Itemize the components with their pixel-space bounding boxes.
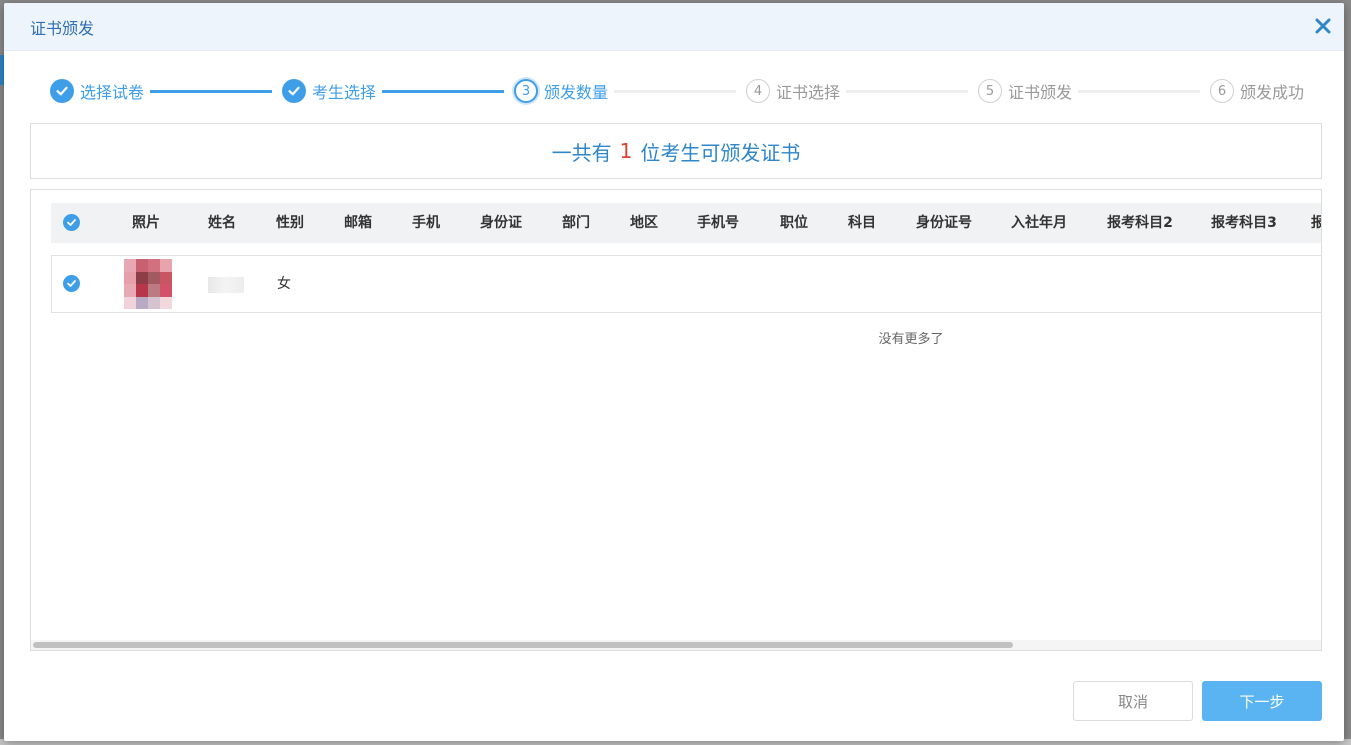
candidate-photo (124, 259, 172, 309)
check-icon (63, 214, 80, 231)
step-connector (150, 90, 272, 93)
step-connector (846, 90, 968, 93)
candidate-name (208, 277, 244, 293)
step-select-paper: 选择试卷 (50, 76, 144, 106)
step-number: 4 (746, 79, 770, 103)
no-more-label: 没有更多了 (878, 332, 944, 347)
dialog-header: 证书颁发 (4, 3, 1344, 51)
step-connector (1078, 90, 1200, 93)
issue-summary: 一共有 1 位考生可颁发证书 (30, 123, 1322, 179)
summary-prefix: 一共有 (551, 140, 612, 165)
column-header[interactable]: 身份证 (471, 203, 531, 243)
table-row[interactable]: 女 (51, 255, 1321, 313)
cancel-button[interactable]: 取消 (1073, 681, 1193, 721)
check-icon (282, 79, 306, 103)
column-header[interactable]: 地区 (619, 203, 669, 243)
column-header[interactable]: 性别 (265, 203, 315, 243)
select-all-checkbox[interactable] (63, 214, 81, 232)
step-select-certificate: 4 证书选择 (746, 76, 840, 106)
column-header[interactable]: 邮箱 (333, 203, 383, 243)
step-label: 颁发数量 (544, 83, 609, 102)
candidate-count: 1 (619, 139, 633, 163)
column-header[interactable]: 手机号 (687, 203, 749, 243)
step-label: 证书选择 (776, 83, 841, 102)
candidate-table: 照片 姓名 性别 邮箱 手机 身份证 部门 地区 手机号 职位 科目 身份证号 … (30, 189, 1322, 651)
step-number: 5 (978, 79, 1002, 103)
step-select-candidates: 考生选择 (282, 76, 376, 106)
step-issue-success: 6 颁发成功 (1210, 76, 1304, 106)
column-header[interactable]: 报 (1311, 203, 1321, 243)
next-button[interactable]: 下一步 (1202, 681, 1322, 721)
column-header[interactable]: 报考科目2 (1097, 203, 1183, 243)
column-header[interactable]: 报考科目3 (1201, 203, 1287, 243)
step-label: 选择试卷 (80, 83, 145, 102)
certificate-issue-dialog: 证书颁发 选择试卷 考生选择 3 颁发数量 4 证书选择 5 证书颁发 6 颁发… (4, 3, 1344, 741)
step-number: 3 (514, 79, 538, 103)
step-label: 证书颁发 (1008, 83, 1073, 102)
step-label: 颁发成功 (1240, 83, 1305, 102)
column-header[interactable]: 手机 (401, 203, 451, 243)
close-icon[interactable] (1312, 15, 1334, 37)
column-header[interactable]: 入社年月 (1003, 203, 1075, 243)
table-header: 照片 姓名 性别 邮箱 手机 身份证 部门 地区 手机号 职位 科目 身份证号 … (51, 203, 1321, 243)
scrollbar-thumb[interactable] (33, 642, 1013, 648)
column-header[interactable]: 职位 (769, 203, 819, 243)
column-header[interactable]: 科目 (837, 203, 887, 243)
no-more-text: 没有更多了 (31, 328, 1321, 347)
dialog-title: 证书颁发 (30, 18, 95, 38)
column-header[interactable]: 照片 (121, 203, 171, 243)
step-label: 考生选择 (312, 83, 377, 102)
column-header[interactable]: 部门 (551, 203, 601, 243)
check-icon (63, 275, 80, 292)
summary-suffix: 位考生可颁发证书 (640, 140, 801, 165)
horizontal-scrollbar[interactable] (31, 640, 1321, 650)
row-checkbox[interactable] (63, 275, 81, 293)
step-issue-certificate: 5 证书颁发 (978, 76, 1072, 106)
step-indicator: 选择试卷 考生选择 3 颁发数量 4 证书选择 5 证书颁发 6 颁发成功 (50, 76, 1310, 106)
check-icon (50, 79, 74, 103)
step-issue-quantity: 3 颁发数量 (514, 76, 608, 106)
step-connector (382, 90, 504, 93)
step-number: 6 (1210, 79, 1234, 103)
column-header[interactable]: 身份证号 (907, 203, 981, 243)
column-header[interactable]: 姓名 (197, 203, 247, 243)
step-connector (614, 90, 736, 93)
candidate-gender: 女 (277, 276, 291, 292)
